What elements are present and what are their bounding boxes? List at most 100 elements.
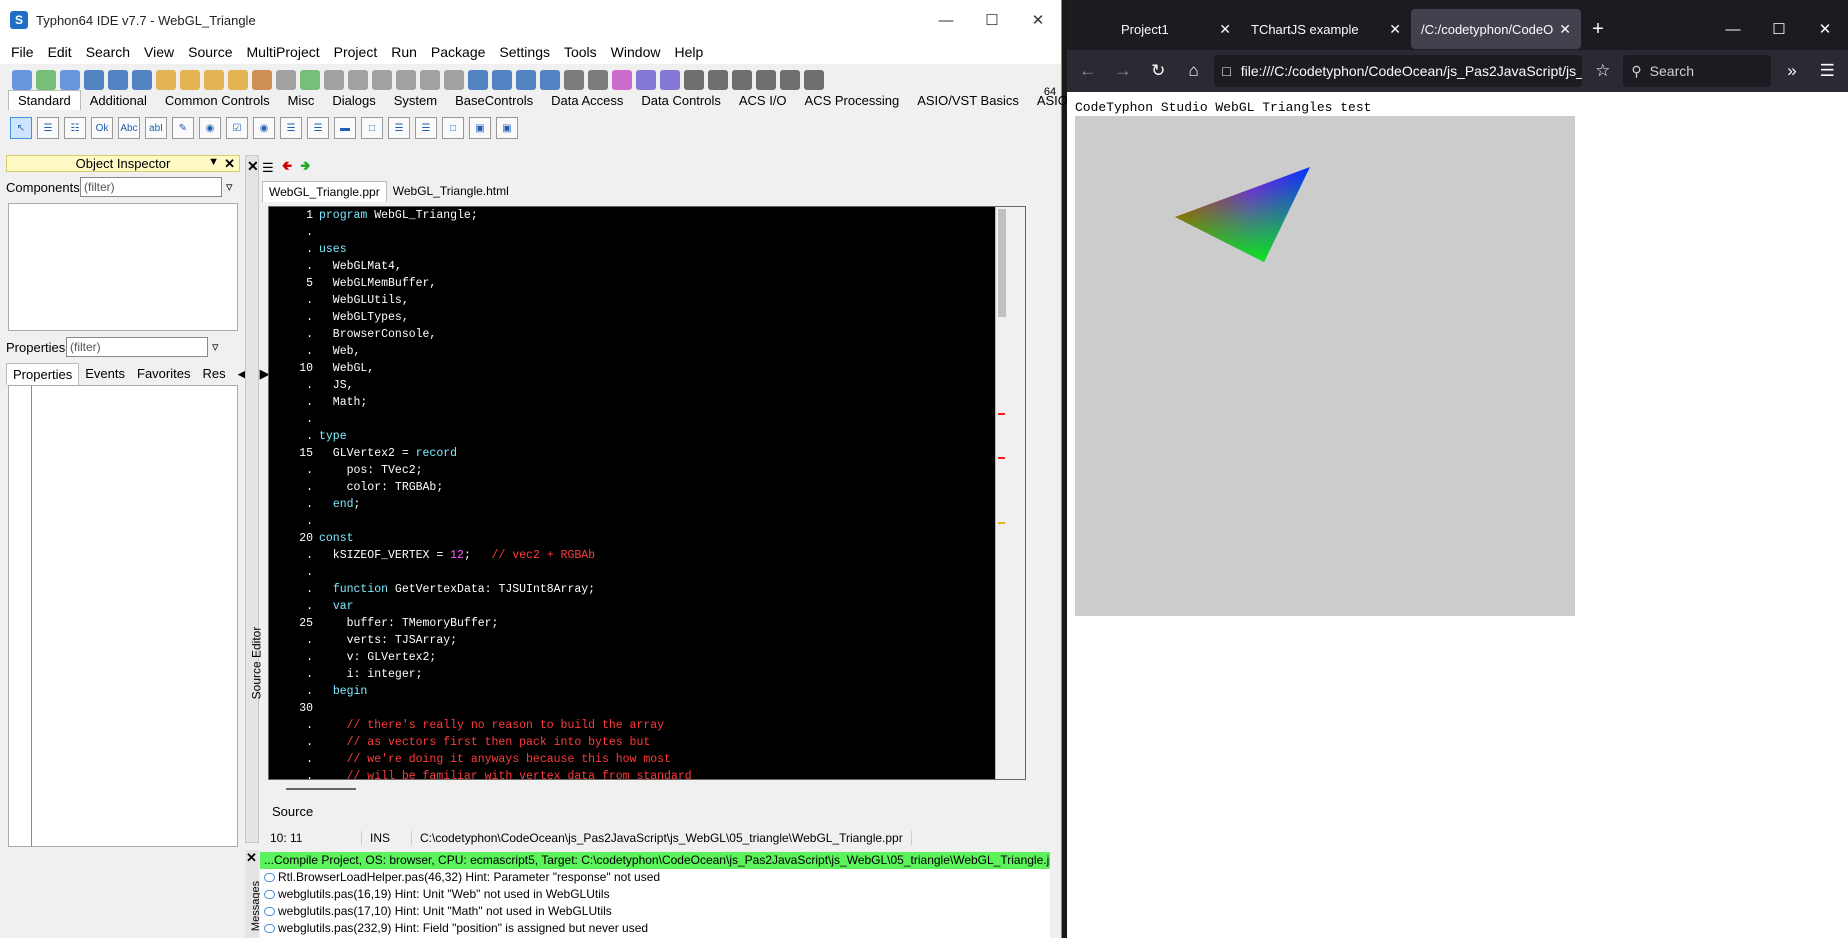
close-icon[interactable]: ✕ bbox=[224, 156, 235, 172]
step-into-icon[interactable] bbox=[756, 70, 776, 90]
toggle-component-icon[interactable]: ◉ bbox=[199, 117, 221, 139]
message-line[interactable]: webglutils.pas(16,19) Hint: Unit "Web" n… bbox=[260, 886, 1050, 903]
components-filter-input[interactable]: (filter) bbox=[80, 177, 222, 197]
search-icon[interactable] bbox=[132, 70, 152, 90]
messages-panel[interactable]: ...Compile Project, OS: browser, CPU: ec… bbox=[260, 852, 1050, 938]
pause-icon[interactable] bbox=[684, 70, 704, 90]
radio-component-icon[interactable]: ◉ bbox=[253, 117, 275, 139]
menu-help[interactable]: Help bbox=[667, 44, 710, 60]
toggle-form-icon[interactable] bbox=[348, 70, 368, 90]
radiogroup-component-icon[interactable]: ☰ bbox=[388, 117, 410, 139]
palette-tab-misc[interactable]: Misc bbox=[279, 91, 324, 110]
view-units-icon[interactable] bbox=[372, 70, 392, 90]
browser-close-button[interactable]: ✕ bbox=[1802, 20, 1848, 38]
checkgroup-component-icon[interactable]: ☰ bbox=[415, 117, 437, 139]
browser-minimize-button[interactable]: — bbox=[1710, 21, 1756, 38]
code-line[interactable]: . type bbox=[269, 428, 1025, 445]
code-line[interactable]: . // as vectors first then pack into byt… bbox=[269, 734, 1025, 751]
hamburger-menu-icon[interactable]: ☰ bbox=[1813, 61, 1842, 81]
options-icon[interactable] bbox=[468, 70, 488, 90]
find-icon[interactable] bbox=[108, 70, 128, 90]
save-all-icon[interactable] bbox=[180, 70, 200, 90]
code-line[interactable]: . bbox=[269, 411, 1025, 428]
panel-component-icon[interactable]: □ bbox=[442, 117, 464, 139]
tab-restricted[interactable]: Res bbox=[196, 363, 231, 385]
browser-tab-current[interactable]: /C:/codetyphon/CodeOce ✕ bbox=[1411, 9, 1581, 49]
new-file-icon[interactable] bbox=[12, 70, 32, 90]
code-line[interactable]: . v: GLVertex2; bbox=[269, 649, 1025, 666]
save-icon[interactable] bbox=[156, 70, 176, 90]
step-icon[interactable] bbox=[324, 70, 344, 90]
menu-source[interactable]: Source bbox=[181, 44, 239, 60]
code-line[interactable]: . function GetVertexData: TJSUInt8Array; bbox=[269, 581, 1025, 598]
code-line[interactable]: . Math; bbox=[269, 394, 1025, 411]
code-line[interactable]: . // there's really no reason to build t… bbox=[269, 717, 1025, 734]
combobox-component-icon[interactable]: ☰ bbox=[307, 117, 329, 139]
project-inspector-icon[interactable] bbox=[444, 70, 464, 90]
search-input[interactable]: ⚲ Search bbox=[1623, 55, 1772, 87]
menu-view[interactable]: View bbox=[137, 44, 181, 60]
code-line[interactable]: . JS, bbox=[269, 377, 1025, 394]
code-line[interactable]: 20 const bbox=[269, 530, 1025, 547]
message-line[interactable]: ...Compile Project, OS: browser, CPU: ec… bbox=[260, 852, 1050, 869]
code-line[interactable]: . Web, bbox=[269, 343, 1025, 360]
clear-filter-icon[interactable]: ▿ bbox=[212, 339, 219, 355]
jump-back-icon[interactable]: 🢀 bbox=[282, 157, 293, 179]
code-line[interactable]: . // we're doing it anyways because this… bbox=[269, 751, 1025, 768]
close-tab-icon[interactable]: ✕ bbox=[1389, 21, 1401, 38]
view-source-icon[interactable] bbox=[420, 70, 440, 90]
memo-component-icon[interactable]: ✎ bbox=[172, 117, 194, 139]
package-icon[interactable] bbox=[252, 70, 272, 90]
menu-file[interactable]: File bbox=[4, 44, 41, 60]
code-line[interactable]: . bbox=[269, 564, 1025, 581]
step-out-icon[interactable] bbox=[780, 70, 800, 90]
paste-icon[interactable] bbox=[300, 70, 320, 90]
code-line[interactable]: . var bbox=[269, 598, 1025, 615]
build-icon[interactable] bbox=[204, 70, 224, 90]
run-icon[interactable] bbox=[228, 70, 248, 90]
message-line[interactable]: Rtl.BrowserLoadHelper.pas(46,32) Hint: P… bbox=[260, 869, 1050, 886]
browser-tab-project1[interactable]: Project1 ✕ bbox=[1071, 9, 1241, 49]
settings-gear-icon[interactable] bbox=[612, 70, 632, 90]
tools-icon[interactable] bbox=[540, 70, 560, 90]
code-line[interactable]: . pos: TVec2; bbox=[269, 462, 1025, 479]
stop-icon[interactable] bbox=[708, 70, 728, 90]
code-editor[interactable]: 1 program WebGL_Triangle;.. uses. WebGLMat… bbox=[268, 206, 1026, 780]
popup-menu-component-icon[interactable]: ☷ bbox=[64, 117, 86, 139]
forward-arrow-icon[interactable]: → bbox=[1108, 61, 1137, 81]
code-line[interactable]: . WebGLMat4, bbox=[269, 258, 1025, 275]
message-line[interactable]: webglutils.pas(17,10) Hint: Unit "Math" … bbox=[260, 903, 1050, 920]
main-menu-component-icon[interactable]: ☰ bbox=[37, 117, 59, 139]
code-line[interactable]: . kSIZEOF_VERTEX = 12; // vec2 + RGBAb bbox=[269, 547, 1025, 564]
browser-maximize-button[interactable]: ☐ bbox=[1756, 20, 1802, 38]
code-line[interactable]: . verts: TJSArray; bbox=[269, 632, 1025, 649]
property-grid[interactable] bbox=[8, 385, 238, 847]
browser-tab-tchartjs[interactable]: TChartJS example ✕ bbox=[1241, 9, 1411, 49]
overflow-chevron-icon[interactable]: » bbox=[1777, 61, 1806, 81]
palette-tab-data-controls[interactable]: Data Controls bbox=[632, 91, 729, 110]
minimize-button[interactable]: — bbox=[923, 0, 969, 40]
tab-favorites[interactable]: Favorites bbox=[131, 363, 196, 385]
code-line[interactable]: . end; bbox=[269, 496, 1025, 513]
view-forms-icon[interactable] bbox=[396, 70, 416, 90]
listbox-component-icon[interactable]: ☰ bbox=[280, 117, 302, 139]
close-button[interactable]: ✕ bbox=[1015, 0, 1061, 40]
code-line[interactable]: 1 program WebGL_Triangle; bbox=[269, 207, 1025, 224]
jump-forward-icon[interactable]: 🢂 bbox=[300, 157, 311, 179]
menu-run[interactable]: Run bbox=[384, 44, 424, 60]
scrollbar-component-icon[interactable]: ▬ bbox=[334, 117, 356, 139]
reload-icon[interactable]: ↻ bbox=[1144, 61, 1173, 81]
menu-multiproject[interactable]: MultiProject bbox=[240, 44, 327, 60]
compiler-icon[interactable] bbox=[492, 70, 512, 90]
editor-horizontal-scrollbar[interactable] bbox=[268, 781, 1026, 797]
code-line[interactable]: . bbox=[269, 224, 1025, 241]
close-icon[interactable]: ✕ bbox=[246, 850, 257, 866]
new-tab-button[interactable]: + bbox=[1581, 18, 1615, 41]
palette-tab-asio-vst-basics[interactable]: ASIO/VST Basics bbox=[908, 91, 1028, 110]
palette-tab-data-access[interactable]: Data Access bbox=[542, 91, 632, 110]
code-line[interactable]: . WebGLUtils, bbox=[269, 292, 1025, 309]
tab-webgl-triangle-ppr[interactable]: WebGL_Triangle.ppr bbox=[262, 181, 387, 202]
editor-vertical-scrollbar[interactable] bbox=[995, 207, 1025, 779]
monitor-icon[interactable] bbox=[588, 70, 608, 90]
pin-icon[interactable]: ▼ bbox=[208, 156, 219, 168]
